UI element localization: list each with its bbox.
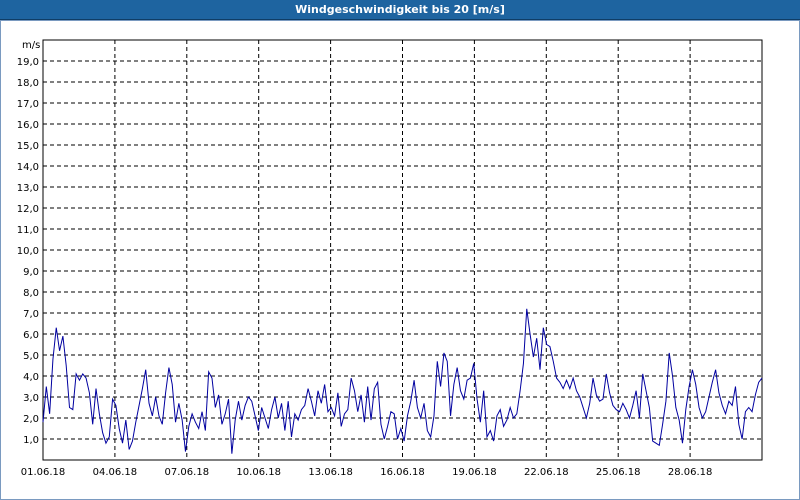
y-tick-label: 19,0	[17, 57, 39, 68]
y-tick-label: 7,0	[23, 309, 39, 320]
y-tick-label: 5,0	[23, 351, 39, 362]
x-tick-label: 04.06.18	[93, 467, 138, 478]
y-axis-ticks: 1,0 2,0 3,0 4,0 5,0 6,0 7,0 8,0 9,0 10,0 11,0 12,0 1…	[17, 57, 39, 446]
x-tick-label: 01.06.18	[21, 467, 66, 478]
y-tick-label: 10,0	[17, 246, 39, 257]
y-tick-label: 3,0	[23, 393, 39, 404]
y-axis-unit-label: m/s	[22, 40, 40, 51]
y-tick-label: 6,0	[23, 330, 39, 341]
y-tick-label: 14,0	[17, 162, 39, 173]
line-chart: 1,0 2,0 3,0 4,0 5,0 6,0 7,0 8,0 9,0 10,0 11,0 12,0 1…	[17, 39, 763, 478]
y-tick-label: 11,0	[17, 225, 39, 236]
x-tick-label: 22.06.18	[524, 467, 569, 478]
x-axis-ticks: 01.06.18 04.06.18 07.06.18 10.06.18 13.06.18…	[21, 467, 713, 478]
y-tick-label: 4,0	[23, 372, 39, 383]
y-tick-label: 17,0	[17, 99, 39, 110]
x-tick-label: 10.06.18	[236, 467, 281, 478]
y-tick-label: 16,0	[17, 120, 39, 131]
y-tick-label: 18,0	[17, 78, 39, 89]
y-tick-label: 9,0	[23, 267, 39, 278]
x-tick-label: 25.06.18	[596, 467, 641, 478]
x-tick-label: 16.06.18	[380, 467, 425, 478]
x-tick-label: 19.06.18	[452, 467, 497, 478]
y-tick-label: 1,0	[23, 435, 39, 446]
y-tick-label: 12,0	[17, 204, 39, 215]
x-tick-label: 13.06.18	[308, 467, 353, 478]
y-tick-label: 2,0	[23, 414, 39, 425]
x-tick-label: 28.06.18	[668, 467, 713, 478]
x-tick-label: 07.06.18	[165, 467, 210, 478]
y-tick-label: 15,0	[17, 141, 39, 152]
grid-lines	[43, 40, 762, 460]
y-tick-label: 13,0	[17, 183, 39, 194]
y-tick-label: 8,0	[23, 288, 39, 299]
